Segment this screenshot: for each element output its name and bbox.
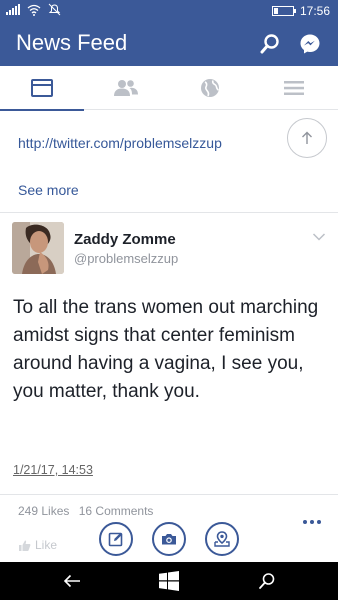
signal-icon xyxy=(6,4,20,15)
search-icon xyxy=(259,573,275,589)
friends-icon xyxy=(114,80,138,96)
more-options-button[interactable] xyxy=(303,520,321,524)
tab-menu[interactable] xyxy=(252,66,336,110)
status-icons xyxy=(6,3,61,16)
windows-icon xyxy=(159,571,179,591)
hamburger-icon xyxy=(284,81,304,95)
search-icon[interactable] xyxy=(259,33,281,55)
arrow-up-icon xyxy=(302,131,312,144)
tab-bar xyxy=(0,66,338,111)
messenger-icon[interactable] xyxy=(299,33,321,55)
tweet-text: To all the trans women out marching amid… xyxy=(13,297,319,402)
battery-icon xyxy=(271,6,296,16)
see-more-link[interactable]: See more xyxy=(18,182,79,198)
app-header: News Feed xyxy=(0,22,338,66)
likes-count[interactable]: 249 Likes xyxy=(18,504,69,518)
status-time: 17:56 xyxy=(299,4,330,18)
divider xyxy=(0,212,338,213)
status-right: 17:56 xyxy=(271,4,330,18)
chevron-down-icon[interactable] xyxy=(312,232,326,242)
tab-selected-indicator xyxy=(0,109,84,111)
search-button[interactable] xyxy=(255,569,279,593)
feed-icon xyxy=(31,79,53,97)
camera-icon xyxy=(162,534,176,545)
globe-icon xyxy=(201,79,219,97)
wifi-icon xyxy=(27,4,41,16)
tab-friends[interactable] xyxy=(84,66,168,110)
tweet-author-handle[interactable]: @problemselzzup xyxy=(74,251,178,266)
comments-count[interactable]: 16 Comments xyxy=(79,504,154,518)
reaction-counts: 249 Likes 16 Comments xyxy=(18,504,159,518)
check-in-button[interactable] xyxy=(205,522,239,556)
check-in-icon xyxy=(214,531,230,547)
post-link[interactable]: http://twitter.com/problemselzzup xyxy=(18,135,222,151)
tab-news-feed[interactable] xyxy=(0,66,84,111)
tweet-date-link[interactable]: 1/21/17, 14:53 xyxy=(13,463,93,477)
back-icon xyxy=(63,574,80,588)
compose-icon xyxy=(108,532,123,547)
system-nav-bar xyxy=(0,562,338,600)
divider xyxy=(0,494,338,495)
tweet-author-name[interactable]: Zaddy Zomme xyxy=(74,231,176,248)
quiet-hours-icon xyxy=(48,3,61,16)
screen: 17:56 News Feed http://twitter.com/probl… xyxy=(0,0,338,600)
back-button[interactable] xyxy=(60,569,84,593)
thumbs-up-icon xyxy=(19,540,31,551)
camera-button[interactable] xyxy=(152,522,186,556)
scroll-to-top-button[interactable] xyxy=(287,118,327,158)
like-label: Like xyxy=(35,538,58,552)
compose-button[interactable] xyxy=(99,522,133,556)
tab-notifications[interactable] xyxy=(168,66,252,110)
avatar[interactable] xyxy=(12,222,64,274)
status-bar: 17:56 xyxy=(0,0,338,22)
like-button[interactable]: Like xyxy=(18,538,57,552)
start-button[interactable] xyxy=(157,569,181,593)
page-title: News Feed xyxy=(16,30,128,55)
